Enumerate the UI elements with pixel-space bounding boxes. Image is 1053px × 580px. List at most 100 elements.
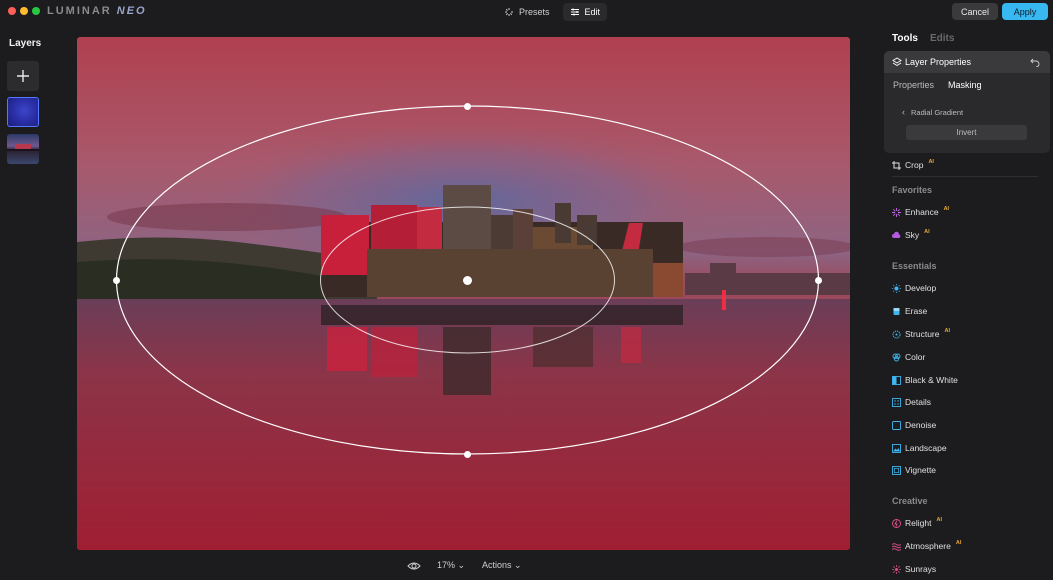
radial-gradient-back[interactable]: ‹ Radial Gradient: [902, 107, 963, 117]
tool-enhance[interactable]: Enhance AI: [892, 205, 949, 219]
bottom-toolbar: 17% ⌄ Actions ⌄: [0, 556, 876, 576]
chevron-down-icon: ⌄: [514, 560, 522, 570]
tool-crop[interactable]: Crop AI: [892, 158, 934, 172]
structure-icon: [892, 330, 901, 338]
gradient-handle-right[interactable]: [815, 277, 822, 284]
tool-denoise[interactable]: Denoise: [892, 418, 936, 432]
section-creative: Creative: [892, 496, 928, 506]
panel-tabs: Tools Edits: [892, 33, 954, 44]
actions-label: Actions: [482, 560, 512, 570]
tool-sunrays[interactable]: Sunrays: [892, 562, 936, 576]
tool-black-white[interactable]: Black & White: [892, 373, 958, 387]
ai-badge: AI: [943, 206, 950, 212]
tool-develop[interactable]: Develop: [892, 281, 936, 295]
layers-title: Layers: [9, 38, 42, 49]
tool-vignette[interactable]: Vignette: [892, 463, 936, 477]
black-white-icon: [892, 375, 901, 385]
tab-tools[interactable]: Tools: [892, 33, 918, 44]
app-logo: LUMINAR NEO: [47, 5, 147, 17]
gradient-handle-left[interactable]: [113, 277, 120, 284]
tool-landscape[interactable]: Landscape: [892, 441, 947, 455]
vignette-icon: [892, 465, 901, 475]
tool-erase[interactable]: Erase: [892, 304, 927, 318]
tool-label: Develop: [905, 283, 937, 293]
title-bar: LUMINAR NEO Presets Edit Cancel Apply: [0, 0, 1053, 24]
layer-properties-card: Layer Properties Properties Masking ‹ Ra…: [884, 51, 1050, 153]
tool-label: Relight: [905, 518, 932, 528]
color-icon: [892, 353, 901, 361]
plus-icon: [17, 70, 29, 82]
mode-switcher: Presets Edit: [497, 3, 608, 21]
section-essentials: Essentials: [892, 261, 937, 271]
chevron-down-icon: ⌄: [457, 560, 466, 570]
eraser-icon: [893, 307, 900, 315]
edit-mode-button[interactable]: Edit: [562, 3, 608, 21]
actions-dropdown[interactable]: Actions ⌄: [482, 560, 522, 571]
crop-icon: [892, 160, 901, 170]
tool-label: Details: [905, 397, 931, 407]
edit-label: Edit: [584, 7, 601, 17]
radial-gradient-label: Radial Gradient: [911, 107, 964, 117]
image-canvas[interactable]: [77, 37, 850, 550]
ai-badge: AI: [955, 540, 962, 546]
eye-icon[interactable]: [407, 559, 421, 573]
ai-badge: AI: [928, 159, 934, 165]
layer-properties-title: Layer Properties: [905, 57, 972, 67]
tab-properties[interactable]: Properties: [893, 80, 934, 90]
chevron-left-icon: ‹: [902, 107, 905, 117]
tool-label: Color: [905, 352, 926, 362]
tab-masking[interactable]: Masking: [948, 80, 982, 90]
waves-icon: [892, 542, 901, 551]
thumbnail-horizon: [7, 149, 39, 151]
tool-label: Landscape: [905, 443, 947, 453]
tab-edits[interactable]: Edits: [930, 33, 954, 44]
divider: [892, 176, 1038, 177]
tool-label: Structure: [905, 329, 940, 339]
tool-structure[interactable]: Structure AI: [892, 327, 950, 341]
sun-icon: [892, 283, 901, 293]
sliders-icon: [570, 8, 579, 16]
reset-icon[interactable]: [1030, 57, 1040, 67]
tool-label: Denoise: [905, 420, 937, 430]
gradient-handle-center[interactable]: [463, 276, 472, 285]
tool-atmosphere[interactable]: Atmosphere AI: [892, 539, 961, 553]
tool-label: Sky: [905, 230, 920, 240]
close-window-button[interactable]: [8, 7, 16, 15]
tool-sky[interactable]: Sky AI: [892, 228, 930, 242]
apply-button[interactable]: Apply: [1002, 3, 1048, 20]
cloud-icon: [892, 231, 901, 238]
add-layer-button[interactable]: [7, 61, 39, 91]
tool-color[interactable]: Color: [892, 350, 925, 364]
presets-icon: [505, 8, 513, 16]
ai-badge: AI: [944, 328, 951, 334]
zoom-dropdown[interactable]: 17% ⌄: [437, 560, 465, 571]
details-icon: [892, 397, 901, 407]
tool-label: Vignette: [905, 465, 937, 475]
layer-thumbnail-gradient[interactable]: [7, 97, 39, 127]
tool-details[interactable]: Details: [892, 395, 931, 409]
canvas-image: [77, 37, 850, 550]
landscape-icon: [892, 443, 901, 453]
tool-label: Atmosphere: [905, 541, 951, 551]
tool-label: Sunrays: [905, 564, 937, 574]
cancel-button[interactable]: Cancel: [952, 3, 998, 20]
tool-label: Crop: [905, 160, 924, 170]
sparkle-icon: [892, 207, 901, 217]
ai-badge: AI: [924, 229, 930, 235]
gradient-handle-top[interactable]: [464, 103, 471, 110]
denoise-icon: [892, 420, 901, 430]
gradient-handle-bottom[interactable]: [464, 451, 471, 458]
section-favorites: Favorites: [892, 185, 933, 195]
invert-button[interactable]: Invert: [906, 125, 1027, 140]
layer-properties-tabs: Properties Masking: [893, 80, 982, 90]
tool-label: Erase: [905, 306, 928, 316]
presets-label: Presets: [519, 7, 550, 17]
presets-mode-button[interactable]: Presets: [497, 3, 557, 21]
ai-badge: AI: [936, 517, 942, 523]
zoom-window-button[interactable]: [32, 7, 40, 15]
layer-properties-header[interactable]: Layer Properties: [884, 51, 1050, 73]
layer-thumbnail-image[interactable]: [7, 134, 39, 164]
minimize-window-button[interactable]: [20, 7, 28, 15]
tool-relight[interactable]: Relight AI: [892, 516, 942, 530]
zoom-value: 17%: [437, 560, 456, 570]
